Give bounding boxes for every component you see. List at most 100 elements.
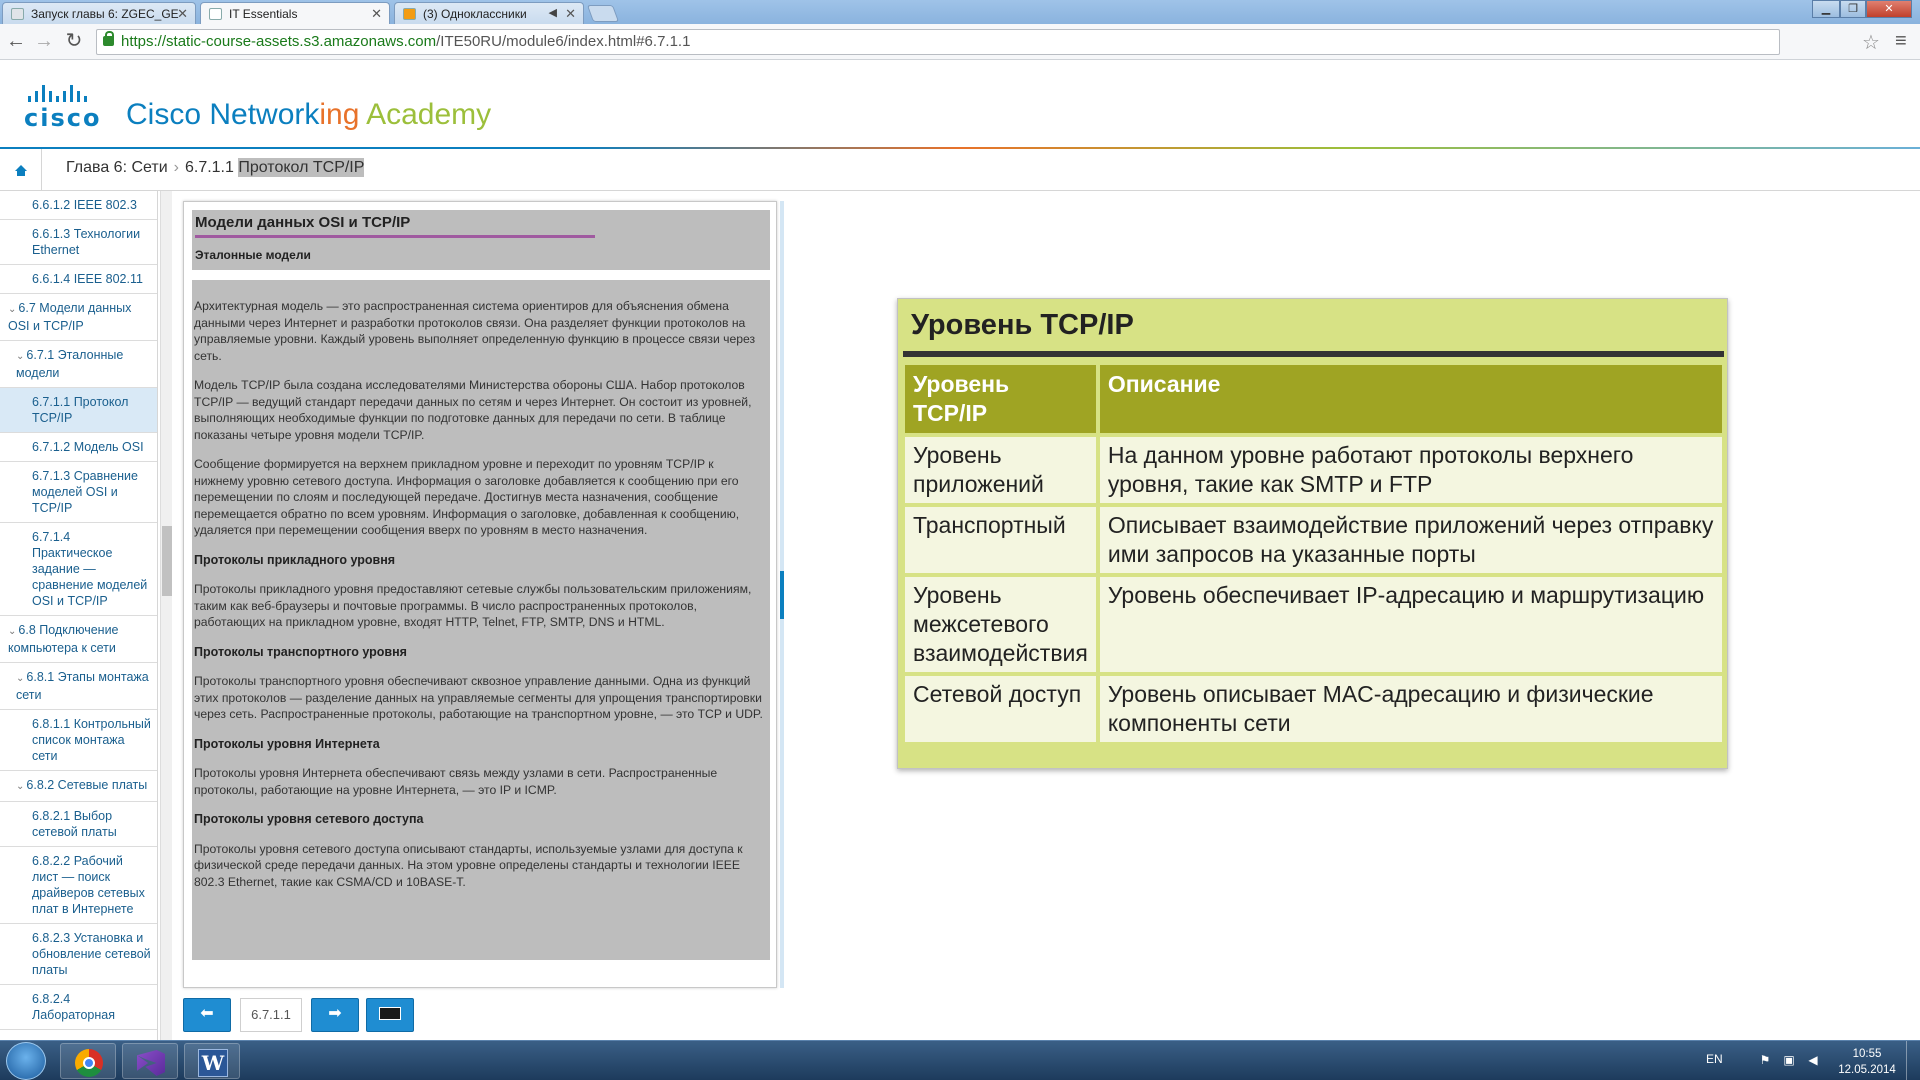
toc-item[interactable]: 6.7.1.4 Практическое задание — сравнение… xyxy=(0,523,157,616)
toc-label: 6.6.1.3 Технологии Ethernet xyxy=(32,227,141,257)
brand-part: Academy xyxy=(359,98,492,131)
toc-label: 6.8.2.4 Лабораторная xyxy=(32,992,116,1022)
paragraph: Протоколы прикладного уровня предоставля… xyxy=(194,582,752,629)
toc-label: 6.8.1.1 Контрольный список монтажа сети xyxy=(32,717,151,763)
breadcrumb-bar: Глава 6: Сети › 6.7.1.1 Протокол TCP/IP xyxy=(0,149,1920,191)
toc-label: 6.8.2.1 Выбор сетевой платы xyxy=(32,809,117,839)
toc-label: 6.7 Модели данных OSI и TCP/IP xyxy=(8,301,132,333)
tab-label: (3) Одноклассники xyxy=(423,7,527,21)
toc-group[interactable]: ⌄ 6.8 Подключение компьютера к сети xyxy=(0,616,157,663)
toc-label: 6.6.1.2 IEEE 802.3 xyxy=(32,198,137,212)
restore-button[interactable]: ❐ xyxy=(1840,0,1866,18)
new-tab-button[interactable] xyxy=(586,5,620,22)
close-icon[interactable]: ✕ xyxy=(565,6,576,22)
panel-body: Архитектурная модель — это распространен… xyxy=(192,280,770,960)
card-title: Уровень TCP/IP xyxy=(911,309,1134,341)
browser-tab-bar: Запуск главы 6: ZGEC_GE ✕ IT Essentials … xyxy=(0,0,1920,24)
breadcrumb-section-num[interactable]: 6.7.1.1 xyxy=(185,159,234,176)
tab-label: IT Essentials xyxy=(229,7,298,21)
toc-label: 6.7.1.2 Модель OSI xyxy=(32,440,144,454)
toc-label: 6.7.1.4 Практическое задание — сравнение… xyxy=(32,530,148,608)
cisco-bars-icon xyxy=(28,84,110,102)
screen-icon xyxy=(379,1007,401,1021)
paragraph: Протоколы уровня сетевого доступа описыв… xyxy=(194,841,743,889)
close-window-button[interactable]: ✕ xyxy=(1866,0,1912,18)
taskbar-app-word[interactable]: W xyxy=(184,1043,240,1079)
toc-group[interactable]: ⌄ 6.7 Модели данных OSI и TCP/IP xyxy=(0,294,157,341)
browser-tab[interactable]: Запуск главы 6: ZGEC_GE ✕ xyxy=(2,2,196,24)
clock-time: 10:55 xyxy=(1852,1048,1882,1060)
sidebar-scrollbar[interactable] xyxy=(160,191,172,1041)
minimize-button[interactable]: ▁ xyxy=(1812,0,1840,18)
scrollbar-thumb[interactable] xyxy=(162,526,172,596)
scrollbar-thumb[interactable] xyxy=(780,571,784,619)
media-toggle-button[interactable] xyxy=(366,998,414,1032)
network-icon[interactable]: ▣ xyxy=(1782,1053,1796,1067)
start-button[interactable] xyxy=(6,1042,46,1080)
page-icon xyxy=(209,8,222,20)
browser-tab-active[interactable]: IT Essentials ✕ xyxy=(200,2,390,24)
toc-item[interactable]: 6.8.2.2 Рабочий лист — поиск драйверов с… xyxy=(0,847,157,924)
menu-icon[interactable]: ≡ xyxy=(1895,30,1907,53)
toc-item[interactable]: 6.8.2.1 Выбор сетевой платы xyxy=(0,802,157,847)
toc-item-active[interactable]: 6.7.1.1 Протокол TCP/IP xyxy=(0,388,157,433)
prev-page-button[interactable]: ⬅ xyxy=(183,998,231,1032)
toc-subgroup[interactable]: ⌄ 6.8.1 Этапы монтажа сети xyxy=(0,663,157,710)
toc-subgroup[interactable]: ⌄ 6.8.2 Сетевые платы xyxy=(0,771,157,802)
description-cell: Уровень описывает MAC-адресацию и физиче… xyxy=(1099,676,1722,742)
taskbar-app-visual-studio[interactable] xyxy=(122,1043,178,1079)
reload-icon[interactable]: ↻ xyxy=(62,30,86,54)
toc-subgroup[interactable]: ⌄ 6.7.1 Эталонные модели xyxy=(0,341,157,388)
table-row: Уровень межсетевого взаимодействия Урове… xyxy=(905,577,1722,672)
toc-item[interactable]: 6.8.1.1 Контрольный список монтажа сети xyxy=(0,710,157,771)
speaker-icon[interactable]: ◀ xyxy=(549,6,557,19)
system-clock[interactable]: 10:55 12.05.2014 xyxy=(1832,1046,1902,1078)
windows-taskbar: W EN ⚑ ▣ ◀ 10:55 12.05.2014 xyxy=(0,1040,1920,1080)
toc-label: 6.6.1.4 IEEE 802.11 xyxy=(32,272,143,286)
card-divider xyxy=(903,351,1724,357)
panel-scrollbar[interactable] xyxy=(780,201,784,988)
bookmark-star-icon[interactable]: ☆ xyxy=(1862,30,1880,55)
toc-sidebar: 6.6.1.2 IEEE 802.3 6.6.1.3 Технологии Et… xyxy=(0,191,158,1041)
section-heading: Протоколы прикладного уровня xyxy=(194,552,396,567)
breadcrumb-chapter[interactable]: Глава 6: Сети xyxy=(66,159,168,176)
page-number: 6.7.1.1 xyxy=(240,998,302,1032)
taskbar-app-chrome[interactable] xyxy=(60,1043,116,1079)
flag-icon[interactable]: ⚑ xyxy=(1758,1053,1772,1067)
language-indicator[interactable]: EN xyxy=(1706,1052,1723,1066)
toc-item[interactable]: 6.6.1.3 Технологии Ethernet xyxy=(0,220,157,265)
layer-cell: Уровень приложений xyxy=(905,437,1096,503)
panel-header: Модели данных OSI и TCP/IP Эталонные мод… xyxy=(192,210,770,270)
home-icon xyxy=(15,165,27,176)
close-icon[interactable]: ✕ xyxy=(177,6,188,22)
arrow-right-icon: ➡ xyxy=(328,1005,342,1022)
address-bar[interactable]: https://static-course-assets.s3.amazonaw… xyxy=(96,29,1780,55)
paragraph: Модель TCP/IP была создана исследователя… xyxy=(194,378,752,442)
home-button[interactable] xyxy=(0,149,42,191)
tab-label: Запуск главы 6: ZGEC_GE xyxy=(31,7,179,21)
brand-title: Cisco Networking Academy xyxy=(126,98,491,132)
url-path: /ITE50RU/module6/index.html#6.7.1.1 xyxy=(436,33,691,50)
volume-icon[interactable]: ◀ xyxy=(1806,1053,1820,1067)
table-row: Уровень приложений На данном уровне рабо… xyxy=(905,437,1722,503)
toc-label: 6.7.1.1 Протокол TCP/IP xyxy=(32,395,129,425)
forward-arrow-icon[interactable]: → xyxy=(32,30,56,54)
content-panel: Модели данных OSI и TCP/IP Эталонные мод… xyxy=(183,201,777,988)
toc-item[interactable]: 6.8.2.4 Лабораторная xyxy=(0,985,157,1030)
close-icon[interactable]: ✕ xyxy=(371,6,382,22)
show-desktop-button[interactable] xyxy=(1906,1041,1920,1080)
back-arrow-icon[interactable]: ← xyxy=(4,30,28,54)
toc-item[interactable]: 6.7.1.2 Модель OSI xyxy=(0,433,157,462)
toc-item[interactable]: 6.8.2.3 Установка и обновление сетевой п… xyxy=(0,924,157,985)
chevron-down-icon: ⌄ xyxy=(16,351,25,362)
toc-item[interactable]: 6.6.1.2 IEEE 802.3 xyxy=(0,191,157,220)
title-underline xyxy=(195,235,595,238)
cisco-logo[interactable]: cisco xyxy=(24,84,110,134)
toc-item[interactable]: 6.6.1.4 IEEE 802.11 xyxy=(0,265,157,294)
toc-label: 6.7.1.3 Сравнение моделей OSI и TCP/IP xyxy=(32,469,138,515)
table-row: Транспортный Описывает взаимодействие пр… xyxy=(905,507,1722,573)
cisco-wordmark: cisco xyxy=(24,104,102,132)
browser-tab[interactable]: (3) Одноклассники ◀ ✕ xyxy=(394,2,584,24)
next-page-button[interactable]: ➡ xyxy=(311,998,359,1032)
toc-item[interactable]: 6.7.1.3 Сравнение моделей OSI и TCP/IP xyxy=(0,462,157,523)
